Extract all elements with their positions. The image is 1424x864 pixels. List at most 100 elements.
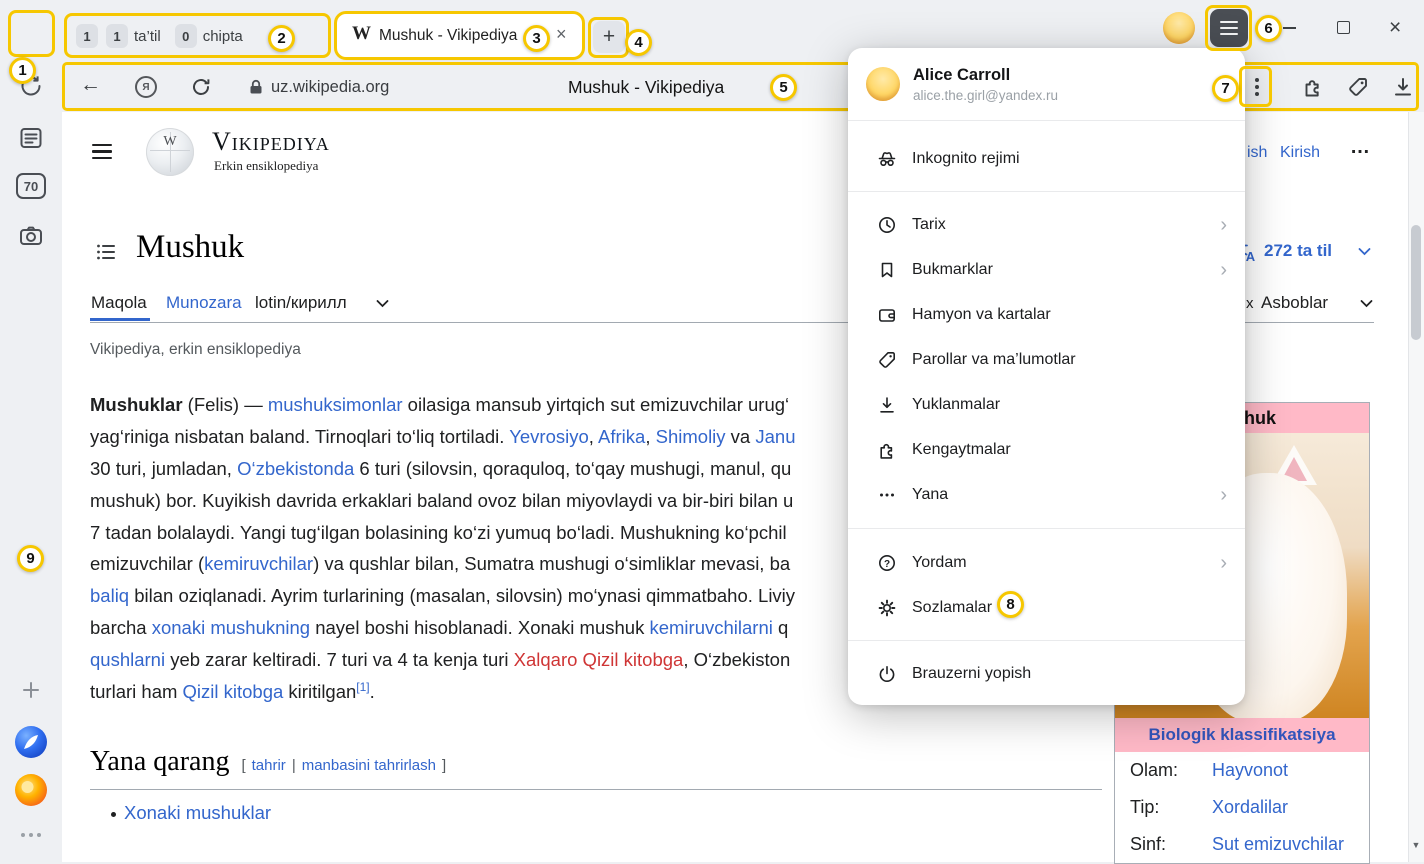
user-avatar-toolbar[interactable] xyxy=(1163,12,1195,44)
pinned-tab-counter[interactable]: 1 xyxy=(76,24,98,48)
edit-source-link[interactable]: manbasini tahrirlash xyxy=(302,757,436,774)
menu-item-history[interactable]: Tarix › xyxy=(848,202,1245,247)
infobox-value-link[interactable]: Xordalilar xyxy=(1212,797,1288,818)
wiki-hamburger-icon[interactable] xyxy=(92,140,112,163)
menu-item-settings[interactable]: Sozlamalar xyxy=(848,585,1245,630)
new-tab-button[interactable]: + xyxy=(593,21,625,53)
browser-menu-button[interactable] xyxy=(1210,9,1248,47)
wiki-link[interactable]: O‘zbekistonda xyxy=(237,458,354,479)
wiki-link[interactable]: Qizil kitobga xyxy=(183,681,284,702)
login-link[interactable]: Kirish xyxy=(1280,144,1320,162)
reload-icon[interactable] xyxy=(190,76,212,98)
menu-item-extensions[interactable]: Kengaytmalar xyxy=(848,427,1245,472)
wiki-link[interactable]: Yevrosiyo xyxy=(509,426,589,447)
text-segment: bilan oziqlanadi. Ayrim turlarining (mas… xyxy=(129,585,795,606)
menu-item-passwords[interactable]: Parollar va ma’lumotlar xyxy=(848,337,1245,382)
wiki-wordmark[interactable]: Vikipediya xyxy=(212,127,330,157)
passwords-icon[interactable] xyxy=(1347,76,1369,98)
wiki-link[interactable]: qushlarni xyxy=(90,649,165,670)
menu-item-label: Tarix xyxy=(912,216,946,234)
yandex-button-icon[interactable]: Я xyxy=(135,76,157,98)
text-segment: emizuvchilar ( xyxy=(90,553,204,574)
clock-icon xyxy=(877,215,897,235)
infobox-value-link[interactable]: Hayvonot xyxy=(1212,760,1288,781)
menu-item-wallet[interactable]: Hamyon va kartalar xyxy=(848,292,1245,337)
text-segment: turlari ham xyxy=(90,681,183,702)
infobox-section-header[interactable]: Biologik klassifikatsiya xyxy=(1115,718,1369,752)
text-segment: yeb zarar keltiradi. 7 turi va 4 ta kenj… xyxy=(165,649,514,670)
variant-selector[interactable]: lotin/кирилл xyxy=(255,293,347,313)
edit-link[interactable]: tahrir xyxy=(252,757,286,774)
kebab-menu-icon[interactable] xyxy=(1247,76,1267,98)
svg-text:A: A xyxy=(1246,249,1256,264)
wiki-link[interactable]: kemiruvchilar xyxy=(204,553,313,574)
sidebar-more-icon[interactable] xyxy=(19,830,43,840)
yandex-app-icon[interactable] xyxy=(14,773,48,807)
yandex-browser-logo[interactable] xyxy=(14,725,48,759)
menu-item-help[interactable]: ? Yordam › xyxy=(848,540,1245,585)
back-icon[interactable]: ← xyxy=(80,73,101,97)
tab-counter-badge[interactable]: 70 xyxy=(16,173,46,199)
url-domain[interactable]: uz.wikipedia.org xyxy=(271,78,389,97)
address-page-title[interactable]: Mushuk - Vikipediya xyxy=(568,77,724,98)
text-segment: . xyxy=(370,681,375,702)
tab-group: 1 1 ta’til 0 chipta xyxy=(76,24,243,48)
tools-button[interactable]: Asboblar xyxy=(1261,293,1328,313)
menu-item-label: Bukmarklar xyxy=(912,261,993,279)
infobox-row: Tip: Xordalilar xyxy=(1115,789,1369,826)
lock-icon[interactable] xyxy=(247,78,265,96)
language-chevron-icon xyxy=(1358,247,1371,256)
account-header[interactable]: Alice Carroll alice.the.girl@yandex.ru xyxy=(848,48,1245,120)
text-segment: , O‘zbekiston xyxy=(683,649,790,670)
wiki-link[interactable]: xonaki mushukning xyxy=(152,617,310,638)
wiki-link[interactable]: Janu xyxy=(755,426,795,447)
wikipedia-logo[interactable]: W xyxy=(146,128,194,176)
active-tab-title: Mushuk - Vikipediya xyxy=(379,27,517,45)
site-subtitle: Vikipediya, erkin ensiklopediya xyxy=(90,341,301,359)
downloads-icon[interactable] xyxy=(1392,76,1414,98)
infobox-value-link[interactable]: Sut emizuvchilar xyxy=(1212,834,1344,855)
bracket: ] xyxy=(442,757,446,774)
text-segment: 6 turi (silovsin, qoraquloq, to‘qay mush… xyxy=(354,458,791,479)
scrollbar-thumb[interactable] xyxy=(1411,225,1421,340)
wiki-link[interactable]: [1] xyxy=(356,680,369,694)
text-segment: mushuk) bor. Kuyikish davrida erkaklari … xyxy=(90,490,793,511)
text-segment: barcha xyxy=(90,617,152,638)
language-count-button[interactable]: 272 ta til xyxy=(1264,241,1332,261)
screenshot-icon[interactable] xyxy=(18,223,44,249)
feed-panel-icon[interactable] xyxy=(18,125,44,151)
menu-item-incognito[interactable]: Inkognito rejimi xyxy=(848,136,1245,181)
tab-chipta[interactable]: 0 chipta xyxy=(175,24,243,48)
menu-item-bookmarks[interactable]: Bukmarklar › xyxy=(848,247,1245,292)
submenu-chevron-icon: › xyxy=(1220,260,1227,280)
tab-close-icon[interactable]: × xyxy=(556,24,567,45)
wiki-link[interactable]: kemiruvchilarni xyxy=(649,617,772,638)
menu-item-downloads[interactable]: Yuklanmalar xyxy=(848,382,1245,427)
wiki-link[interactable]: Shimoliy xyxy=(656,426,726,447)
see-also-item-link[interactable]: Xonaki mushuklar xyxy=(124,802,271,824)
wiki-tagline: Erkin ensiklopediya xyxy=(214,158,318,174)
minimize-button[interactable] xyxy=(1283,27,1296,29)
menu-item-quit[interactable]: Brauzerni yopish xyxy=(848,651,1245,696)
wiki-link[interactable]: Afrika xyxy=(598,426,645,447)
list-bullet xyxy=(111,812,116,817)
text-segment: nayel boshi hisoblanadi. Xonaki mushuk xyxy=(310,617,649,638)
scrollbar-down-arrow[interactable]: ▼ xyxy=(1408,840,1424,850)
personal-more-icon[interactable]: … xyxy=(1350,136,1370,159)
menu-item-more[interactable]: Yana › xyxy=(848,472,1245,517)
wiki-link[interactable]: baliq xyxy=(90,585,129,606)
tab-tatil[interactable]: 1 ta’til xyxy=(106,24,167,48)
menu-item-label: Yordam xyxy=(912,554,967,572)
tab-talk[interactable]: Munozara xyxy=(166,293,242,313)
maximize-button[interactable] xyxy=(1337,21,1350,34)
tab-article[interactable]: Maqola xyxy=(91,293,147,313)
sidebar-add-icon[interactable] xyxy=(22,681,40,699)
text-segment: 7 tadan bolalaydi. Yangi tug‘ilgan bolas… xyxy=(90,522,787,543)
extensions-icon[interactable] xyxy=(1302,76,1324,98)
tab-label: chipta xyxy=(203,28,243,45)
wiki-link[interactable]: mushuksimonlar xyxy=(268,394,403,415)
contents-icon[interactable] xyxy=(95,241,117,263)
wiki-link[interactable]: Xalqaro Qizil kitobga xyxy=(514,649,684,670)
close-window-button[interactable]: × xyxy=(1389,16,1401,40)
signup-link[interactable]: ish xyxy=(1247,144,1267,162)
